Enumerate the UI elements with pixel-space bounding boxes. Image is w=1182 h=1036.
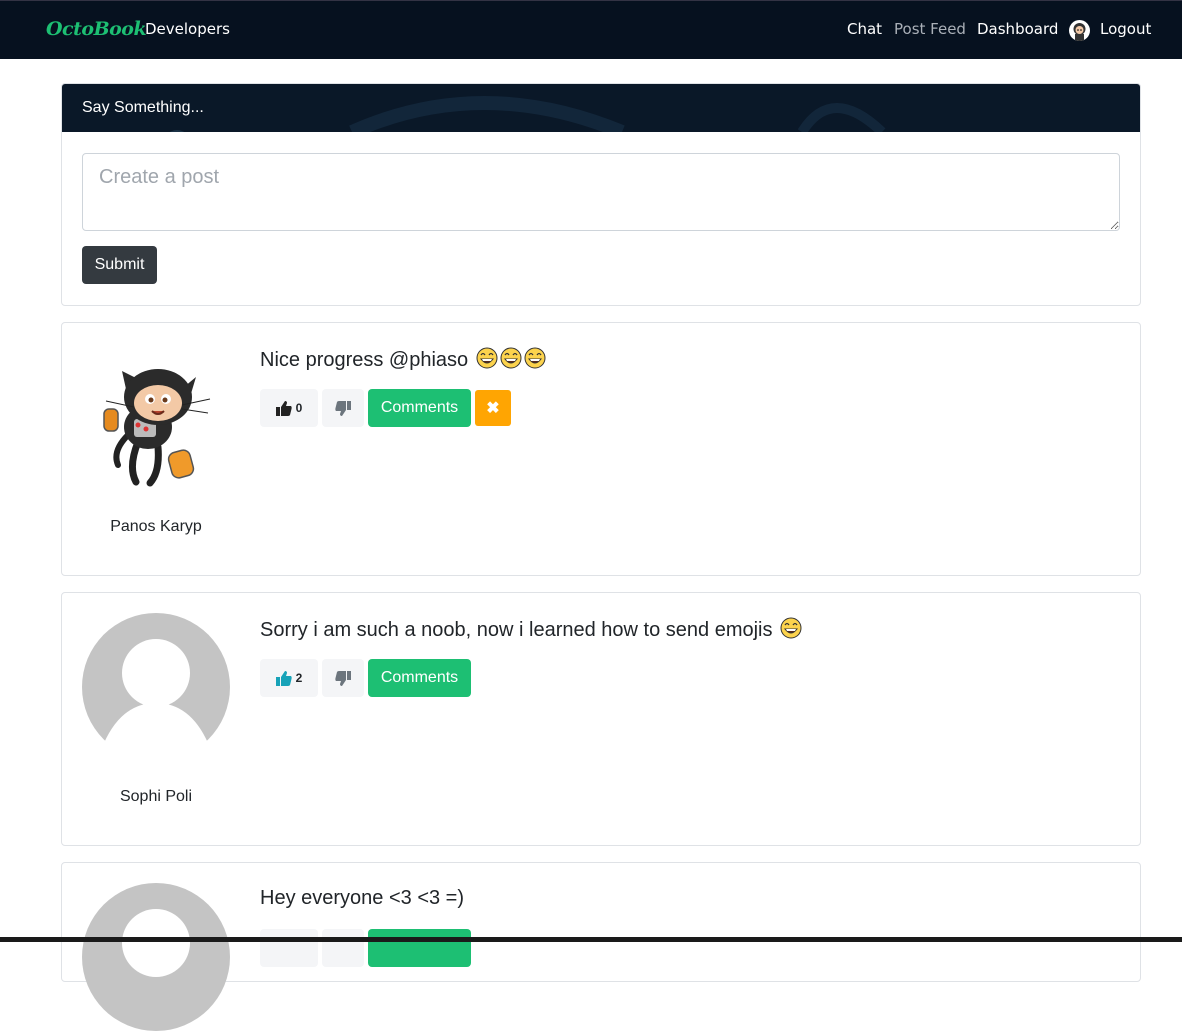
post-card: Panos Karyp Nice progress @phiaso 0 Comm…	[61, 322, 1141, 576]
grinning-face-emoji	[524, 347, 546, 369]
dislike-button[interactable]	[322, 659, 364, 697]
navbar: OctoBook Developers Chat Post Feed Dashb…	[0, 0, 1182, 59]
nav-post-feed[interactable]: Post Feed	[894, 20, 966, 38]
dislike-button[interactable]	[322, 389, 364, 427]
bottom-edge	[0, 937, 1182, 942]
like-count: 0	[295, 401, 303, 415]
delete-post-button[interactable]: ✖	[475, 390, 511, 426]
post-card: Sophi Poli Sorry i am such a noob, now i…	[61, 592, 1141, 846]
nav-dashboard[interactable]: Dashboard	[977, 20, 1058, 38]
post-text-content: Sorry i am such a noob, now i learned ho…	[260, 619, 773, 641]
thumbs-up-icon	[275, 400, 292, 416]
nav-developers[interactable]: Developers	[145, 20, 230, 38]
nav-chat[interactable]: Chat	[847, 20, 882, 38]
header-decoration	[169, 96, 886, 132]
grinning-face-emoji	[476, 347, 498, 369]
post-text: Nice progress @phiaso	[260, 347, 546, 372]
author-name[interactable]: Sophi Poli	[82, 788, 230, 806]
comments-button[interactable]: Comments	[368, 389, 471, 427]
like-count: 2	[295, 671, 303, 685]
default-avatar	[82, 613, 230, 762]
thumbs-up-icon	[275, 670, 292, 686]
post-text: Sorry i am such a noob, now i learned ho…	[260, 617, 802, 642]
author-name[interactable]: Panos Karyp	[82, 518, 230, 536]
dislike-button[interactable]	[322, 929, 364, 967]
close-icon: ✖	[486, 400, 500, 417]
post-text: Hey everyone <3 <3 =)	[260, 887, 465, 909]
post-card: Hey everyone <3 <3 =)	[61, 862, 1141, 1031]
create-post-input[interactable]	[82, 153, 1120, 231]
comments-button[interactable]	[368, 929, 471, 967]
comments-button[interactable]: Comments	[368, 659, 471, 697]
thumbs-down-icon	[335, 400, 351, 416]
submit-button[interactable]: Submit	[82, 246, 157, 284]
like-button[interactable]	[260, 929, 318, 967]
grinning-face-emoji	[500, 347, 522, 369]
composer-card: Say Something... Submit	[61, 83, 1141, 306]
post-text-content: Nice progress @phiaso	[260, 349, 469, 371]
composer-header: Say Something...	[62, 84, 1140, 132]
nav-logout[interactable]: Logout	[1100, 20, 1151, 38]
like-button[interactable]: 2	[260, 659, 318, 697]
thumbs-down-icon	[335, 670, 351, 686]
composer-title: Say Something...	[82, 99, 204, 116]
brand-logo[interactable]: OctoBook	[46, 18, 147, 40]
grinning-face-emoji	[780, 617, 802, 639]
like-button[interactable]: 0	[260, 389, 318, 427]
default-avatar	[82, 883, 230, 1031]
author-avatar	[98, 347, 214, 487]
user-avatar[interactable]	[1069, 20, 1090, 41]
